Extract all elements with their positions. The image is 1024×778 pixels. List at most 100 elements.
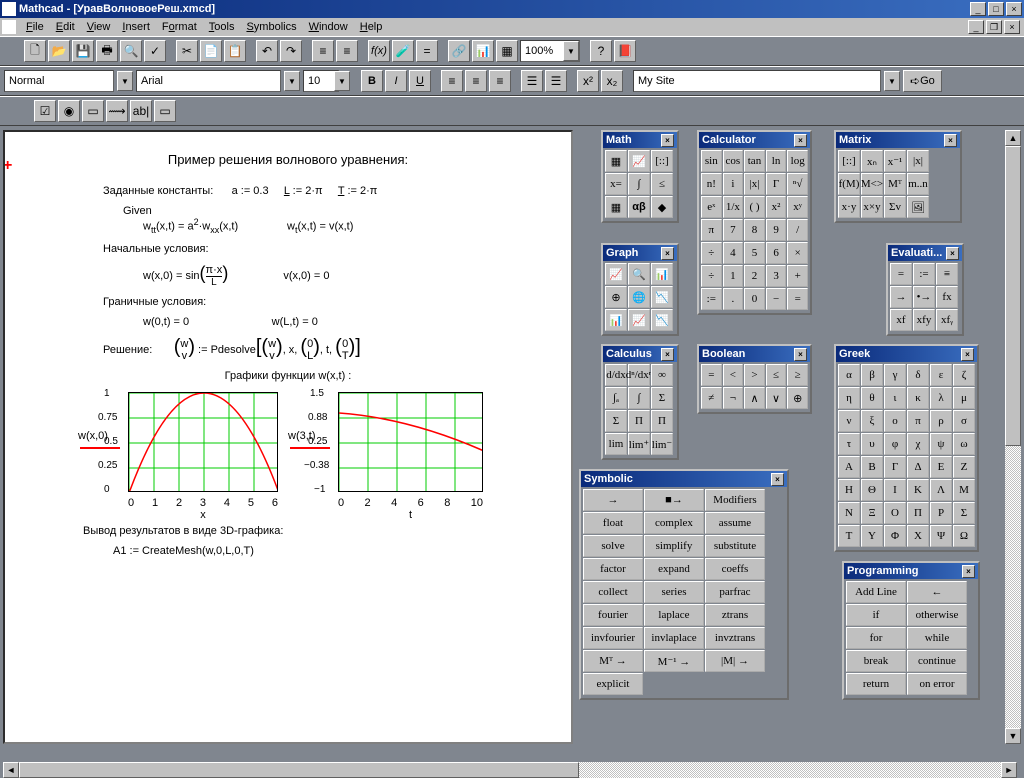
palette-btn[interactable]: δ — [907, 364, 929, 386]
palette-btn[interactable]: while — [907, 627, 967, 649]
palette-btn[interactable]: ztrans — [705, 604, 765, 626]
matrix-btn[interactable]: Mᵀ — [884, 173, 906, 195]
chart-2[interactable]: w(3,t) 1.5 0.88 0.25 −0.38 −1 — [338, 392, 483, 495]
italic-button[interactable]: I — [385, 70, 407, 92]
matrix-btn[interactable]: xₙ — [861, 150, 883, 172]
print-button[interactable]: 🖶 — [96, 40, 118, 62]
matrix-btn[interactable]: Σv — [884, 196, 906, 218]
underline-button[interactable]: U — [409, 70, 431, 92]
matrix-btn[interactable]: m..n — [907, 173, 929, 195]
palette-btn[interactable]: γ — [884, 364, 906, 386]
palette-btn[interactable]: Ω — [953, 525, 975, 547]
palette-btn[interactable]: π — [701, 219, 722, 241]
palette-evaluation[interactable]: Evaluati...× =:=≡→•→fxxfxfyxfᵧ — [886, 243, 964, 336]
palette-btn[interactable]: invfourier — [583, 627, 643, 649]
palette-matrix[interactable]: Matrix× [::]xₙx⁻¹|x| f(M)M<>Mᵀm..n x·yx×… — [834, 130, 962, 223]
close-button[interactable]: × — [1006, 2, 1022, 16]
palette-btn[interactable]: Α — [838, 456, 860, 478]
menu-symbolics[interactable]: Symbolics — [240, 21, 302, 33]
palette-boolean[interactable]: Boolean× =<>≤≥≠¬∧∨⊕ — [697, 344, 812, 414]
doc-minimize-button[interactable]: _ — [968, 20, 984, 34]
palette-btn[interactable]: ¬ — [723, 387, 744, 409]
palette-btn[interactable]: Χ — [907, 525, 929, 547]
textbox-control-button[interactable]: ab| — [130, 100, 152, 122]
palette-btn[interactable]: continue — [907, 650, 967, 672]
palette-btn[interactable]: xf — [890, 309, 912, 331]
align-right-button[interactable]: ≡ — [489, 70, 511, 92]
palette-btn[interactable]: ω — [953, 433, 975, 455]
calculus-btn[interactable]: ∫ — [628, 387, 650, 409]
menu-edit[interactable]: Edit — [50, 21, 81, 33]
font-select[interactable]: Arial▼ — [136, 70, 301, 92]
palette-btn[interactable]: . — [723, 288, 744, 310]
palette-btn[interactable]: Add Line — [846, 581, 906, 603]
palette-programming[interactable]: Programming× Add Line←ifotherwiseforwhil… — [842, 561, 980, 700]
palette-btn[interactable]: Μ — [953, 479, 975, 501]
zoom-select[interactable]: 100%▼ — [520, 40, 580, 62]
help-button[interactable]: ? — [590, 40, 612, 62]
close-icon[interactable]: × — [771, 473, 784, 486]
cut-button[interactable]: ✂ — [176, 40, 198, 62]
palette-btn[interactable]: Σ — [953, 502, 975, 524]
palette-btn[interactable]: xʸ — [787, 196, 808, 218]
vertical-scrollbar[interactable]: ▲ ▼ — [1005, 130, 1021, 744]
table-button[interactable]: ▦ — [496, 40, 518, 62]
save-button[interactable]: 💾 — [72, 40, 94, 62]
spellcheck-button[interactable]: ✓ — [144, 40, 166, 62]
palette-btn[interactable]: ≡ — [936, 263, 958, 285]
matrix-btn[interactable]: x×y — [861, 196, 883, 218]
palette-btn[interactable]: float — [583, 512, 643, 534]
palette-btn[interactable]: fourier — [583, 604, 643, 626]
palette-btn[interactable]: τ — [838, 433, 860, 455]
palette-btn[interactable]: Η — [838, 479, 860, 501]
math-btn[interactable]: x= — [605, 173, 627, 195]
palette-btn[interactable]: sin — [701, 150, 722, 172]
close-icon[interactable]: × — [661, 247, 674, 260]
palette-btn[interactable]: Modifiers — [705, 489, 765, 511]
palette-btn[interactable]: complex — [644, 512, 704, 534]
math-btn[interactable]: ≤ — [651, 173, 673, 195]
palette-btn[interactable]: log — [787, 150, 808, 172]
doc-line[interactable]: Given — [123, 205, 553, 217]
matrix-btn[interactable]: M<> — [861, 173, 883, 195]
close-icon[interactable]: × — [794, 134, 807, 147]
palette-btn[interactable]: ζ — [953, 364, 975, 386]
undo-button[interactable]: ↶ — [256, 40, 278, 62]
site-select[interactable]: My Site▼ — [633, 70, 901, 92]
palette-btn[interactable]: series — [644, 581, 704, 603]
matrix-btn[interactable]: x·y — [838, 196, 860, 218]
palette-btn[interactable]: σ — [953, 410, 975, 432]
doc-line[interactable]: Решение: (wv) := Pdesolve[(wv), x, (0L),… — [103, 336, 553, 362]
palette-btn[interactable]: Γ — [884, 456, 906, 478]
minimize-button[interactable]: _ — [970, 2, 986, 16]
palette-btn[interactable]: / — [787, 219, 808, 241]
palette-btn[interactable]: coeffs — [705, 558, 765, 580]
palette-btn[interactable]: υ — [861, 433, 883, 455]
document-window[interactable]: + Пример решения волнового уравнения: За… — [3, 130, 573, 744]
palette-btn[interactable]: κ — [907, 387, 929, 409]
palette-btn[interactable]: → — [890, 286, 912, 308]
graph-btn[interactable]: 📉 — [651, 309, 673, 331]
open-button[interactable]: 📂 — [48, 40, 70, 62]
palette-btn[interactable]: cos — [723, 150, 744, 172]
palette-btn[interactable]: 8 — [744, 219, 765, 241]
doc-line[interactable]: wtt(x,t) = a2·wxx(x,t) wt(x,t) = v(x,t) — [143, 217, 553, 235]
calculus-btn[interactable]: ∞ — [651, 364, 673, 386]
menu-window[interactable]: Window — [303, 21, 354, 33]
palette-btn[interactable]: Β — [861, 456, 883, 478]
palette-btn[interactable]: 7 — [723, 219, 744, 241]
fx-button[interactable]: f(x) — [368, 40, 390, 62]
palette-btn[interactable]: → — [583, 489, 643, 511]
menu-tools[interactable]: Tools — [203, 21, 241, 33]
palette-btn[interactable]: Θ — [861, 479, 883, 501]
palette-btn[interactable]: 4 — [723, 242, 744, 264]
palette-btn[interactable]: < — [723, 364, 744, 386]
palette-btn[interactable]: Mᵀ → — [583, 650, 643, 672]
palette-btn[interactable]: Δ — [907, 456, 929, 478]
close-icon[interactable]: × — [962, 565, 975, 578]
palette-btn[interactable]: explicit — [583, 673, 643, 695]
palette-btn[interactable]: ■→ — [644, 489, 704, 511]
palette-btn[interactable]: β — [861, 364, 883, 386]
palette-btn[interactable]: ξ — [861, 410, 883, 432]
calculus-btn[interactable]: Σ — [651, 387, 673, 409]
